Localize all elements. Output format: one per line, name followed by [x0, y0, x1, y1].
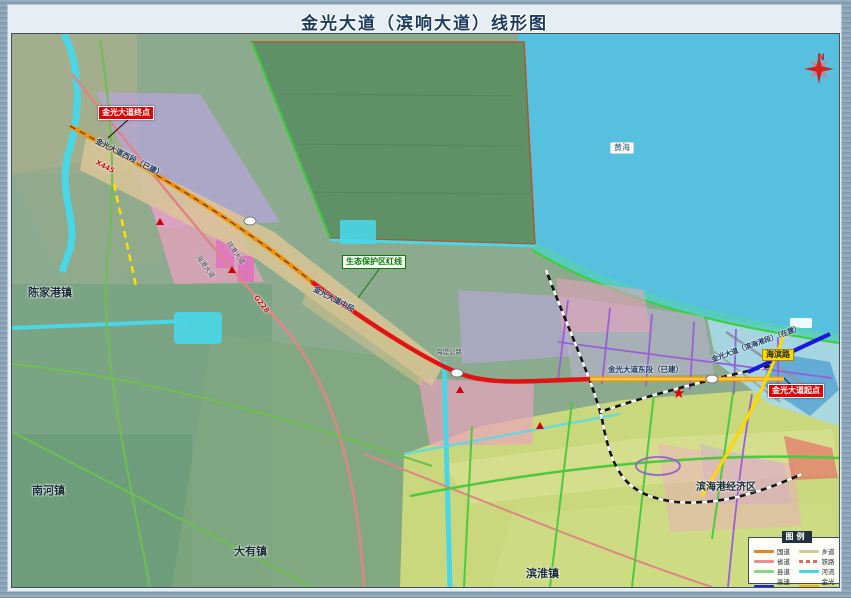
legend-swatch-xiandao [754, 570, 774, 573]
legend-grid: 国道 省道 县道 高速路 乡道 铁路 河流 金光大道 [749, 538, 840, 583]
endpoint-label: 金光大道终点 [98, 106, 154, 120]
town-label-dayou: 大有镇 [234, 545, 267, 559]
legend-item: 县道 [754, 566, 796, 576]
legend-swatch-heliu [799, 570, 819, 573]
town-label-chenjiagang: 陈家港镇 [28, 286, 72, 300]
road-label-seawall: 海堤公路 [436, 348, 462, 356]
map-canvas: ★ 金光大道终点 金光大道起点 生态保护区红线 海滨路 黄海 陈家港镇 南河镇 … [11, 33, 840, 588]
legend-title: 图例 [782, 531, 812, 543]
startpoint-label: 金光大道起点 [768, 384, 824, 398]
town-label-binhuai: 滨淮镇 [526, 567, 559, 581]
town-label-nanhe: 南河镇 [32, 484, 65, 498]
legend-item: 国道 [754, 546, 796, 556]
compass-star-icon [804, 54, 834, 84]
haibin-road-label: 海滨路 [762, 349, 794, 361]
map-sheet: 金光大道（滨响大道）线形图 [7, 4, 842, 592]
legend-swatch-tielu [799, 560, 819, 563]
legend-item: 金光大道 [799, 576, 841, 588]
legend-item: 铁路 [799, 556, 841, 566]
legend-item: 省道 [754, 556, 796, 566]
legend-swatch-xiangdao [799, 550, 819, 553]
sea-label: 黄海 [610, 142, 634, 154]
legend-swatch-guodao [754, 550, 774, 553]
eco-redline-label: 生态保护区红线 [342, 255, 406, 269]
legend-swatch-shengdao [754, 560, 774, 563]
legend-swatch-jinguang [799, 585, 819, 588]
town-label-binhaigang-zone: 滨海港经济区 [696, 482, 756, 495]
legend-item: 河流 [799, 566, 841, 576]
star-marker: ★ [672, 384, 685, 402]
compass-rose: N [804, 54, 838, 62]
page-title: 金光大道（滨响大道）线形图 [8, 9, 841, 34]
legend-item: 高速路 [754, 576, 796, 588]
legend-swatch-gaosulu [754, 585, 774, 588]
legend-item: 乡道 [799, 546, 841, 556]
road-label-east: 金光大道东段（已建） [608, 365, 683, 374]
legend-box: 图例 国道 省道 县道 高速路 乡道 铁路 河流 金光大道 [748, 537, 840, 584]
